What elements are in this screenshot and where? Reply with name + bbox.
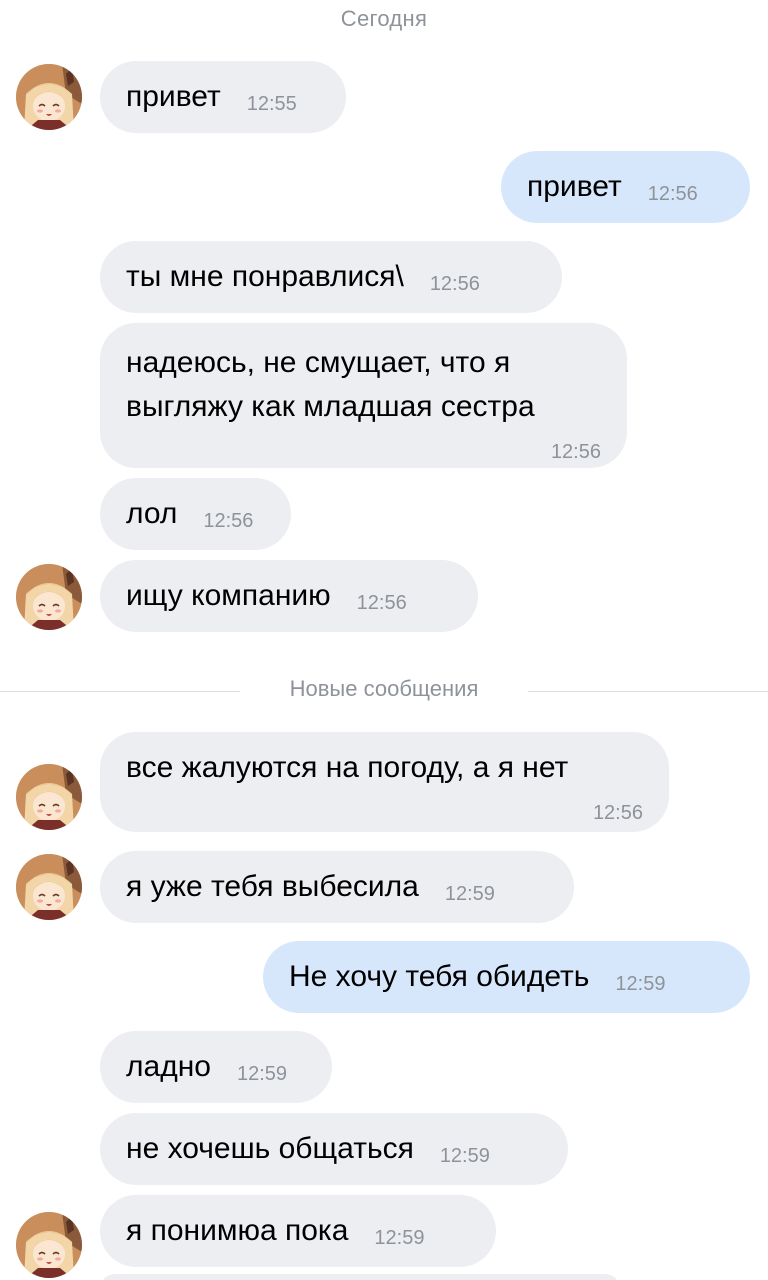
message-time: 12:56 — [550, 441, 601, 463]
message-time: 12:59 — [444, 883, 495, 905]
message-time: 12:56 — [203, 510, 254, 532]
message-time: 12:55 — [246, 93, 297, 115]
message-time: 12:59 — [236, 1063, 288, 1085]
message-time: 12:56 — [356, 592, 407, 614]
contact-avatar[interactable] — [16, 854, 82, 920]
divider-line — [528, 691, 768, 692]
message-time: 12:56 — [429, 273, 480, 295]
outgoing-message[interactable]: Не хочу тебя обидеть 12:59 — [263, 941, 750, 1013]
contact-avatar[interactable] — [16, 64, 82, 130]
incoming-message[interactable]: все жалуются на погоду, а я нет 12:56 — [100, 732, 669, 832]
message-text: лол — [126, 497, 178, 530]
message-text: ищу компанию — [126, 579, 331, 612]
incoming-message-partial[interactable] — [100, 1274, 620, 1280]
new-messages-divider: Новые сообщения — [0, 672, 768, 710]
incoming-message[interactable]: надеюсь, не смущает, что я выгляжу как м… — [100, 323, 627, 468]
incoming-message[interactable]: я уже тебя выбесила 12:59 — [100, 851, 574, 923]
avatar-image — [16, 764, 82, 830]
contact-avatar[interactable] — [16, 1212, 82, 1278]
incoming-message[interactable]: не хочешь общаться 12:59 — [100, 1113, 568, 1185]
message-text: ладно — [126, 1050, 211, 1083]
message-text: я понимюа пока — [126, 1214, 349, 1247]
avatar-image — [16, 64, 82, 130]
message-time: 12:56 — [592, 802, 643, 824]
incoming-message[interactable]: лол 12:56 — [100, 478, 291, 550]
incoming-message[interactable]: я понимюа пока 12:59 — [100, 1195, 496, 1267]
message-text: все жалуются на погоду, а я нет — [126, 751, 569, 784]
outgoing-message[interactable]: привет 12:56 — [501, 151, 750, 223]
message-time: 12:56 — [647, 183, 698, 205]
contact-avatar[interactable] — [16, 564, 82, 630]
avatar-image — [16, 854, 82, 920]
new-messages-label: Новые сообщения — [289, 676, 479, 701]
message-time: 12:59 — [374, 1227, 425, 1249]
message-text: Не хочу тебя обидеть — [289, 960, 590, 993]
incoming-message[interactable]: ты мне понравлися\ 12:56 — [100, 241, 562, 313]
incoming-message[interactable]: ищу компанию 12:56 — [100, 560, 478, 632]
message-text: ты мне понравлися\ — [126, 260, 404, 293]
message-time: 12:59 — [615, 973, 666, 995]
incoming-message[interactable]: привет 12:55 — [100, 61, 346, 133]
message-time: 12:59 — [439, 1145, 490, 1167]
message-text: привет — [527, 170, 622, 203]
avatar-image — [16, 564, 82, 630]
message-text: не хочешь общаться — [126, 1132, 414, 1165]
avatar-image — [16, 1212, 82, 1278]
message-text: надеюсь, не смущает, что я выгляжу как м… — [126, 346, 535, 423]
date-separator: Сегодня — [340, 6, 428, 31]
message-text: привет — [126, 80, 221, 113]
incoming-message[interactable]: ладно 12:59 — [100, 1031, 332, 1103]
contact-avatar[interactable] — [16, 764, 82, 830]
message-text: я уже тебя выбесила — [126, 870, 419, 903]
